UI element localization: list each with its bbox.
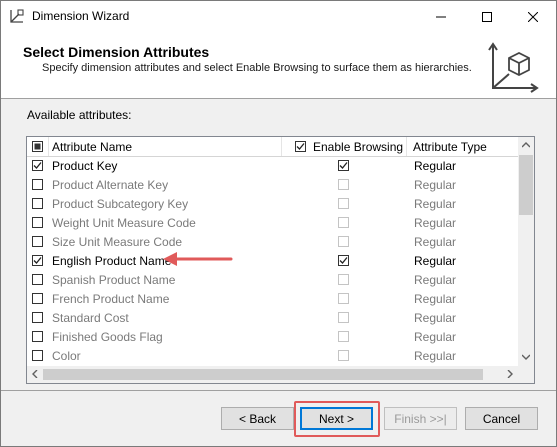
attribute-checkbox[interactable] [32, 160, 43, 171]
attribute-checkbox[interactable] [32, 350, 43, 361]
attribute-name: Color [52, 349, 81, 363]
attribute-name: Product Subcategory Key [52, 197, 189, 211]
vertical-scrollbar[interactable] [518, 137, 534, 366]
select-all-checkbox-cell[interactable] [27, 137, 49, 156]
attribute-name: Standard Cost [52, 311, 129, 325]
attribute-checkbox[interactable] [32, 312, 43, 323]
attribute-type[interactable]: Regular [414, 349, 456, 363]
maximize-icon [482, 11, 492, 22]
attribute-type[interactable]: Regular [414, 197, 456, 211]
vertical-scroll-thumb[interactable] [519, 155, 533, 215]
table-row[interactable]: French Product Name Regular [27, 289, 518, 308]
scroll-left-icon[interactable] [32, 370, 38, 378]
attribute-type[interactable]: Regular [414, 330, 456, 344]
attribute-type[interactable]: Regular [414, 178, 456, 192]
available-attributes-label: Available attributes: [27, 108, 132, 122]
close-button[interactable] [510, 1, 556, 32]
table-row[interactable]: Standard Cost Regular [27, 308, 518, 327]
horizontal-scrollbar[interactable] [27, 366, 518, 383]
table-row[interactable]: Product Alternate Key Regular [27, 175, 518, 194]
title-bar: Dimension Wizard [1, 1, 556, 32]
wizard-header: Select Dimension Attributes Specify dime… [1, 32, 556, 99]
cancel-button[interactable]: Cancel [465, 407, 538, 430]
enable-browsing-checkbox [338, 198, 349, 209]
enable-browsing-checkbox [338, 179, 349, 190]
enable-browsing-checkbox [338, 274, 349, 285]
attribute-checkbox[interactable] [32, 217, 43, 228]
scroll-down-icon[interactable] [522, 354, 530, 360]
attribute-name: Finished Goods Flag [52, 330, 163, 344]
table-row[interactable]: Size Unit Measure Code Regular [27, 232, 518, 251]
enable-browsing-checkbox [338, 217, 349, 228]
maximize-button[interactable] [464, 1, 510, 32]
window-title: Dimension Wizard [32, 9, 130, 23]
table-row[interactable]: Weight Unit Measure Code Regular [27, 213, 518, 232]
footer-divider [1, 390, 556, 391]
column-header-attribute-type[interactable]: Attribute Type [407, 137, 518, 156]
back-button[interactable]: < Back [221, 407, 294, 430]
attribute-type[interactable]: Regular [414, 159, 456, 173]
dimension-wizard-window: Dimension Wizard Select Dimension Attrib… [0, 0, 557, 447]
enable-browsing-checkbox [338, 331, 349, 342]
next-button-highlight [294, 401, 380, 437]
attribute-name: Product Key [52, 159, 118, 173]
attribute-name: English Product Name [52, 254, 172, 268]
scroll-right-icon[interactable] [507, 370, 513, 378]
attribute-name: Product Alternate Key [52, 178, 169, 192]
select-all-checkbox[interactable] [32, 141, 43, 152]
enable-browsing-checkbox [338, 312, 349, 323]
minimize-button[interactable] [418, 1, 464, 32]
enable-browsing-checkbox [338, 236, 349, 247]
scrollbar-corner [518, 366, 534, 383]
column-header-attribute-name[interactable]: Attribute Name [49, 137, 282, 156]
attribute-checkbox[interactable] [32, 255, 43, 266]
attributes-grid: Attribute Name Enable Browsing Attribute… [26, 136, 535, 384]
attribute-checkbox[interactable] [32, 179, 43, 190]
scroll-up-icon[interactable] [522, 142, 530, 148]
table-row[interactable]: English Product Name Regular [27, 251, 518, 270]
table-row[interactable]: Finished Goods Flag Regular [27, 327, 518, 346]
table-row[interactable]: Spanish Product Name Regular [27, 270, 518, 289]
horizontal-scroll-thumb[interactable] [43, 369, 483, 380]
page-subtitle: Specify dimension attributes and select … [42, 62, 472, 74]
table-row[interactable]: Color Regular [27, 346, 518, 365]
attribute-type[interactable]: Regular [414, 311, 456, 325]
finish-button: Finish >>| [384, 407, 457, 430]
column-header-enable-browsing[interactable]: Enable Browsing [282, 137, 407, 156]
enable-browsing-header-label: Enable Browsing [313, 139, 404, 154]
dimension-cube-icon [487, 40, 541, 94]
attribute-checkbox[interactable] [32, 331, 43, 342]
enable-browsing-all-checkbox[interactable] [295, 141, 306, 152]
attribute-checkbox[interactable] [32, 198, 43, 209]
attribute-checkbox[interactable] [32, 293, 43, 304]
table-row[interactable]: Product Subcategory Key Regular [27, 194, 518, 213]
attribute-checkbox[interactable] [32, 236, 43, 247]
minimize-icon [436, 16, 446, 17]
attribute-type[interactable]: Regular [414, 235, 456, 249]
annotation-arrow [163, 252, 233, 266]
wizard-app-icon [9, 8, 25, 24]
attribute-checkbox[interactable] [32, 274, 43, 285]
enable-browsing-checkbox[interactable] [338, 160, 349, 171]
close-icon [528, 11, 538, 22]
attribute-type[interactable]: Regular [414, 216, 456, 230]
grid-header: Attribute Name Enable Browsing Attribute… [27, 137, 518, 157]
attribute-type[interactable]: Regular [414, 254, 456, 268]
attribute-name: Weight Unit Measure Code [52, 216, 196, 230]
page-title: Select Dimension Attributes [23, 44, 210, 60]
table-row[interactable]: Product Key Regular [27, 156, 518, 175]
attribute-name: French Product Name [52, 292, 170, 306]
enable-browsing-checkbox [338, 350, 349, 361]
attribute-name: Size Unit Measure Code [52, 235, 183, 249]
attribute-type[interactable]: Regular [414, 292, 456, 306]
enable-browsing-checkbox[interactable] [338, 255, 349, 266]
attribute-type[interactable]: Regular [414, 273, 456, 287]
enable-browsing-checkbox [338, 293, 349, 304]
attribute-name: Spanish Product Name [52, 273, 176, 287]
